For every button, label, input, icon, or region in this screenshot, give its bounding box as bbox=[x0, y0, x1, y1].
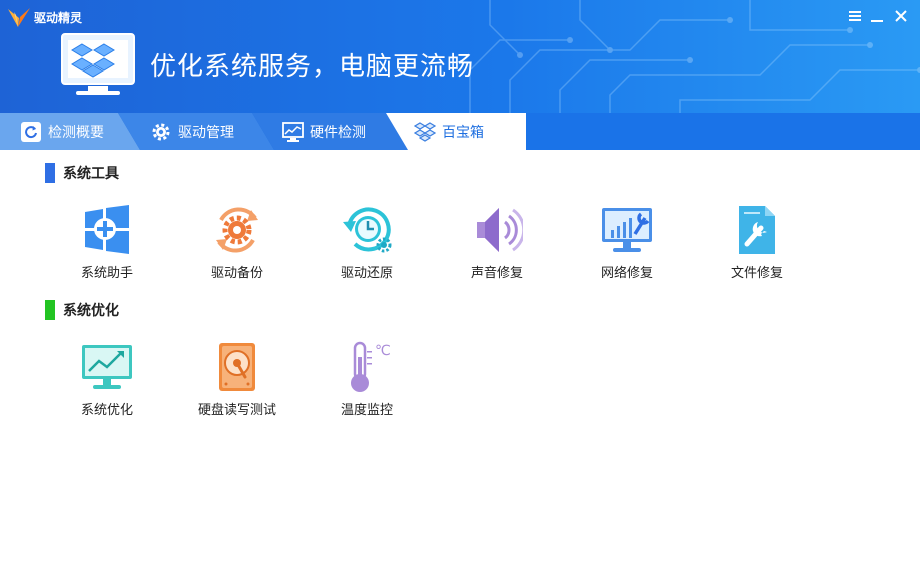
tool-label: 文件修复 bbox=[730, 266, 783, 281]
app-logo-icon bbox=[8, 8, 30, 27]
tab-driver-manage[interactable]: 驱动管理 bbox=[150, 113, 234, 150]
tool-label: 系统优化 bbox=[80, 403, 133, 418]
harddisk-icon bbox=[219, 343, 255, 391]
tool-disk-rw-test[interactable]: 硬盘读写测试 bbox=[172, 341, 302, 431]
tab-label: 硬件检测 bbox=[310, 124, 366, 141]
tab-label: 检测概要 bbox=[48, 124, 104, 141]
thermometer-icon: ℃ bbox=[351, 341, 391, 392]
tab-detect-summary[interactable]: 检测概要 bbox=[20, 113, 104, 150]
tool-label: 网络修复 bbox=[600, 266, 653, 281]
tool-driver-backup[interactable]: 驱动备份 bbox=[172, 204, 302, 294]
minimize-icon bbox=[871, 20, 883, 22]
app-title: 驱动精灵 bbox=[34, 11, 83, 25]
windows-plus-icon bbox=[85, 205, 129, 254]
section-system-optimize: 系统优化 bbox=[45, 300, 119, 320]
restore-clock-icon bbox=[343, 207, 392, 253]
network-repair-icon bbox=[602, 208, 652, 252]
tool-system-optimize[interactable]: 系统优化 bbox=[42, 341, 172, 431]
monitor-chart-icon bbox=[282, 121, 304, 142]
section-accent-bar bbox=[45, 300, 55, 320]
tool-sound-repair[interactable]: 声音修复 bbox=[432, 204, 562, 294]
file-repair-icon bbox=[739, 206, 775, 254]
toolbox-hero-icon bbox=[61, 33, 135, 95]
section-accent-bar bbox=[45, 163, 55, 183]
tool-label: 声音修复 bbox=[470, 266, 523, 281]
monitor-trend-icon bbox=[82, 345, 132, 389]
svg-text:℃: ℃ bbox=[375, 343, 391, 359]
tab-label: 驱动管理 bbox=[178, 124, 234, 141]
section-system-tools: 系统工具 bbox=[45, 163, 119, 183]
tab-hardware-detect[interactable]: 硬件检测 bbox=[282, 113, 366, 150]
gear-icon bbox=[152, 123, 170, 140]
tool-label: 驱动还原 bbox=[340, 266, 393, 281]
tool-network-repair[interactable]: 网络修复 bbox=[562, 204, 692, 294]
tab-toolbox[interactable]: 百宝箱 bbox=[414, 113, 484, 150]
speaker-icon bbox=[477, 208, 523, 252]
app-window: 驱动精灵 优化系统服务，电脑更流畅 检测概要 驱动管理 硬件检测 百宝箱 系统工… bbox=[0, 0, 920, 580]
backup-gear-icon bbox=[216, 207, 258, 253]
header-slogan: 优化系统服务，电脑更流畅 bbox=[150, 52, 475, 82]
tool-label: 硬盘读写测试 bbox=[197, 403, 276, 418]
tool-temperature-monitor[interactable]: ℃ 温度监控 bbox=[302, 341, 432, 431]
section-title: 系统优化 bbox=[63, 303, 119, 319]
tool-driver-restore[interactable]: 驱动还原 bbox=[302, 204, 432, 294]
tool-label: 驱动备份 bbox=[210, 266, 263, 281]
tool-label: 系统助手 bbox=[80, 266, 133, 281]
menu-button[interactable] bbox=[844, 6, 866, 26]
tab-label: 百宝箱 bbox=[442, 124, 484, 141]
close-button[interactable] bbox=[890, 6, 912, 26]
section-title: 系统工具 bbox=[63, 166, 119, 182]
toolbox-icon bbox=[414, 121, 436, 142]
refresh-icon bbox=[21, 121, 41, 142]
tab-bar: 检测概要 驱动管理 硬件检测 百宝箱 bbox=[0, 113, 920, 150]
tool-system-assistant[interactable]: 系统助手 bbox=[42, 204, 172, 294]
tool-file-repair[interactable]: 文件修复 bbox=[692, 204, 822, 294]
menu-icon bbox=[849, 11, 861, 21]
tool-label: 温度监控 bbox=[340, 403, 393, 418]
minimize-button[interactable] bbox=[866, 6, 888, 26]
close-icon bbox=[895, 10, 907, 22]
